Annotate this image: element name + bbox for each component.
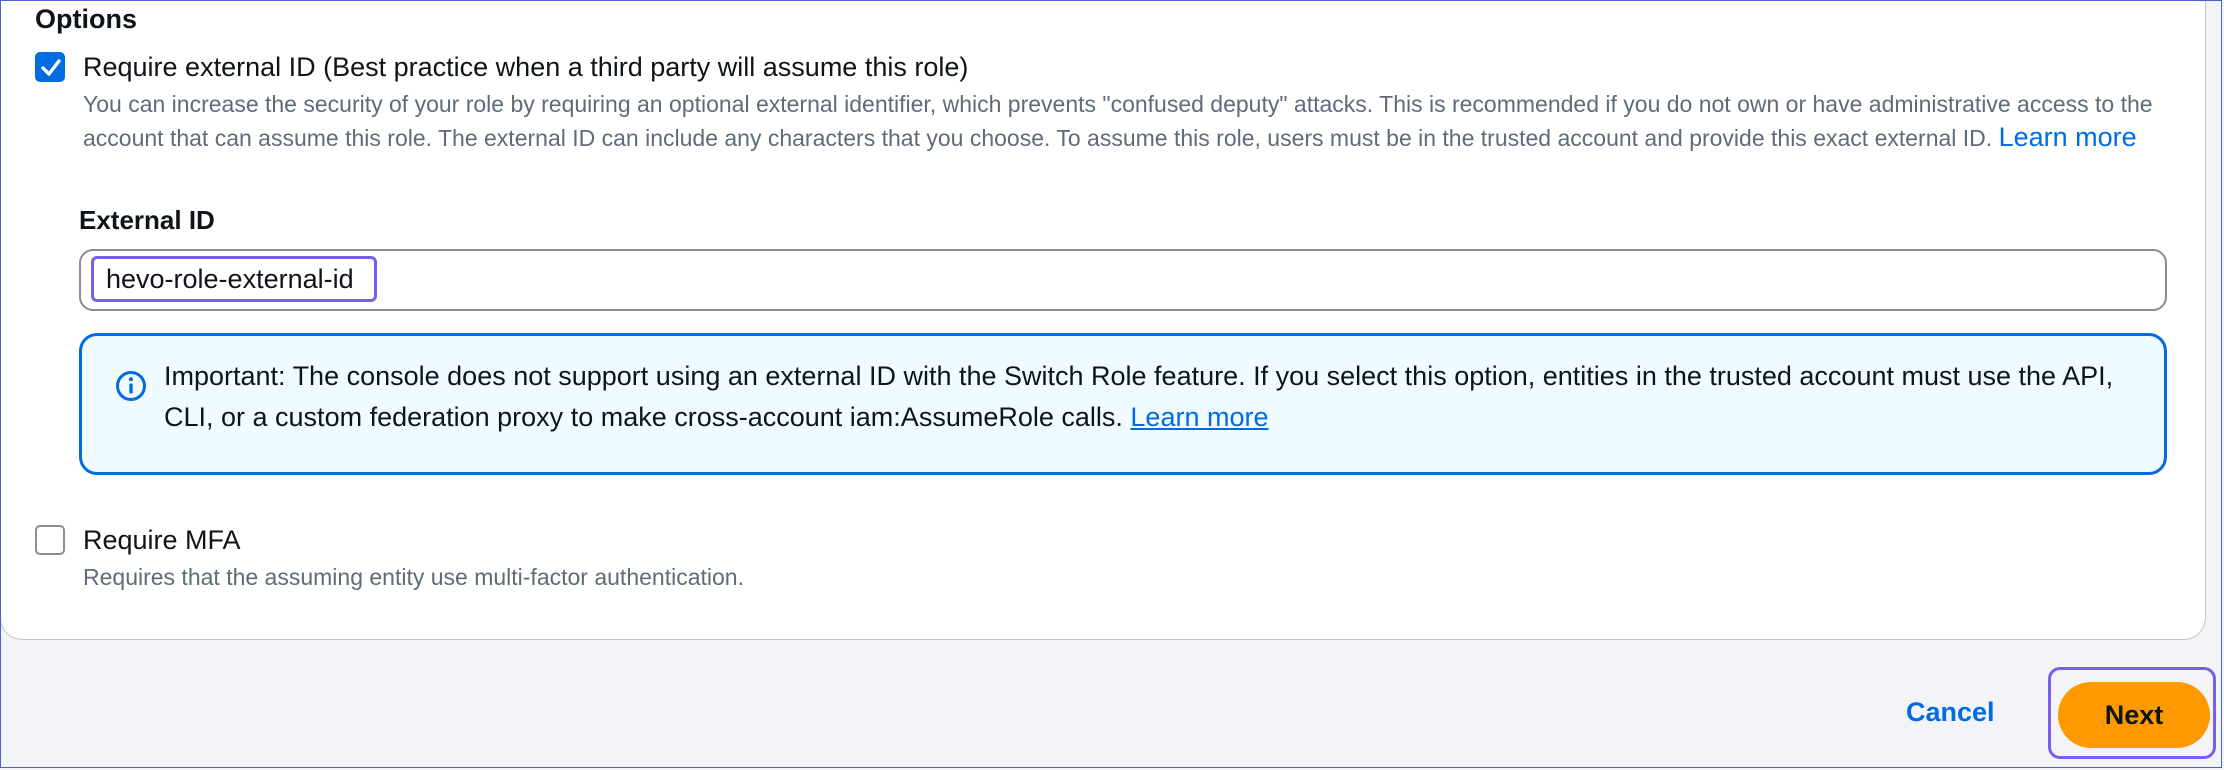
- alert-learn-more-link[interactable]: Learn more: [1130, 402, 1268, 432]
- info-circle-icon: [116, 371, 146, 401]
- require-external-id-checkbox[interactable]: [35, 52, 65, 82]
- checkmark-icon: [41, 59, 61, 76]
- external-id-field-label: External ID: [79, 205, 215, 235]
- external-id-learn-more-link[interactable]: Learn more: [1999, 122, 2137, 152]
- require-mfa-label[interactable]: Require MFA: [83, 525, 241, 556]
- external-id-input[interactable]: hevo-role-external-id: [79, 249, 2167, 311]
- next-button[interactable]: Next: [2058, 682, 2210, 748]
- options-panel: Options Require external ID (Best practi…: [0, 0, 2206, 640]
- require-mfa-checkbox[interactable]: [35, 525, 65, 555]
- external-id-info-alert: Important: The console does not support …: [79, 333, 2167, 475]
- require-mfa-description: Requires that the assuming entity use mu…: [83, 564, 744, 590]
- options-heading: Options: [35, 4, 137, 34]
- cancel-button[interactable]: Cancel: [1906, 697, 1995, 728]
- require-external-id-label[interactable]: Require external ID (Best practice when …: [83, 52, 968, 83]
- alert-message: Important: The console does not support …: [164, 356, 2154, 438]
- external-id-description-text: You can increase the security of your ro…: [83, 91, 2153, 151]
- external-id-description: You can increase the security of your ro…: [83, 88, 2163, 155]
- external-id-input-value[interactable]: hevo-role-external-id: [91, 256, 377, 302]
